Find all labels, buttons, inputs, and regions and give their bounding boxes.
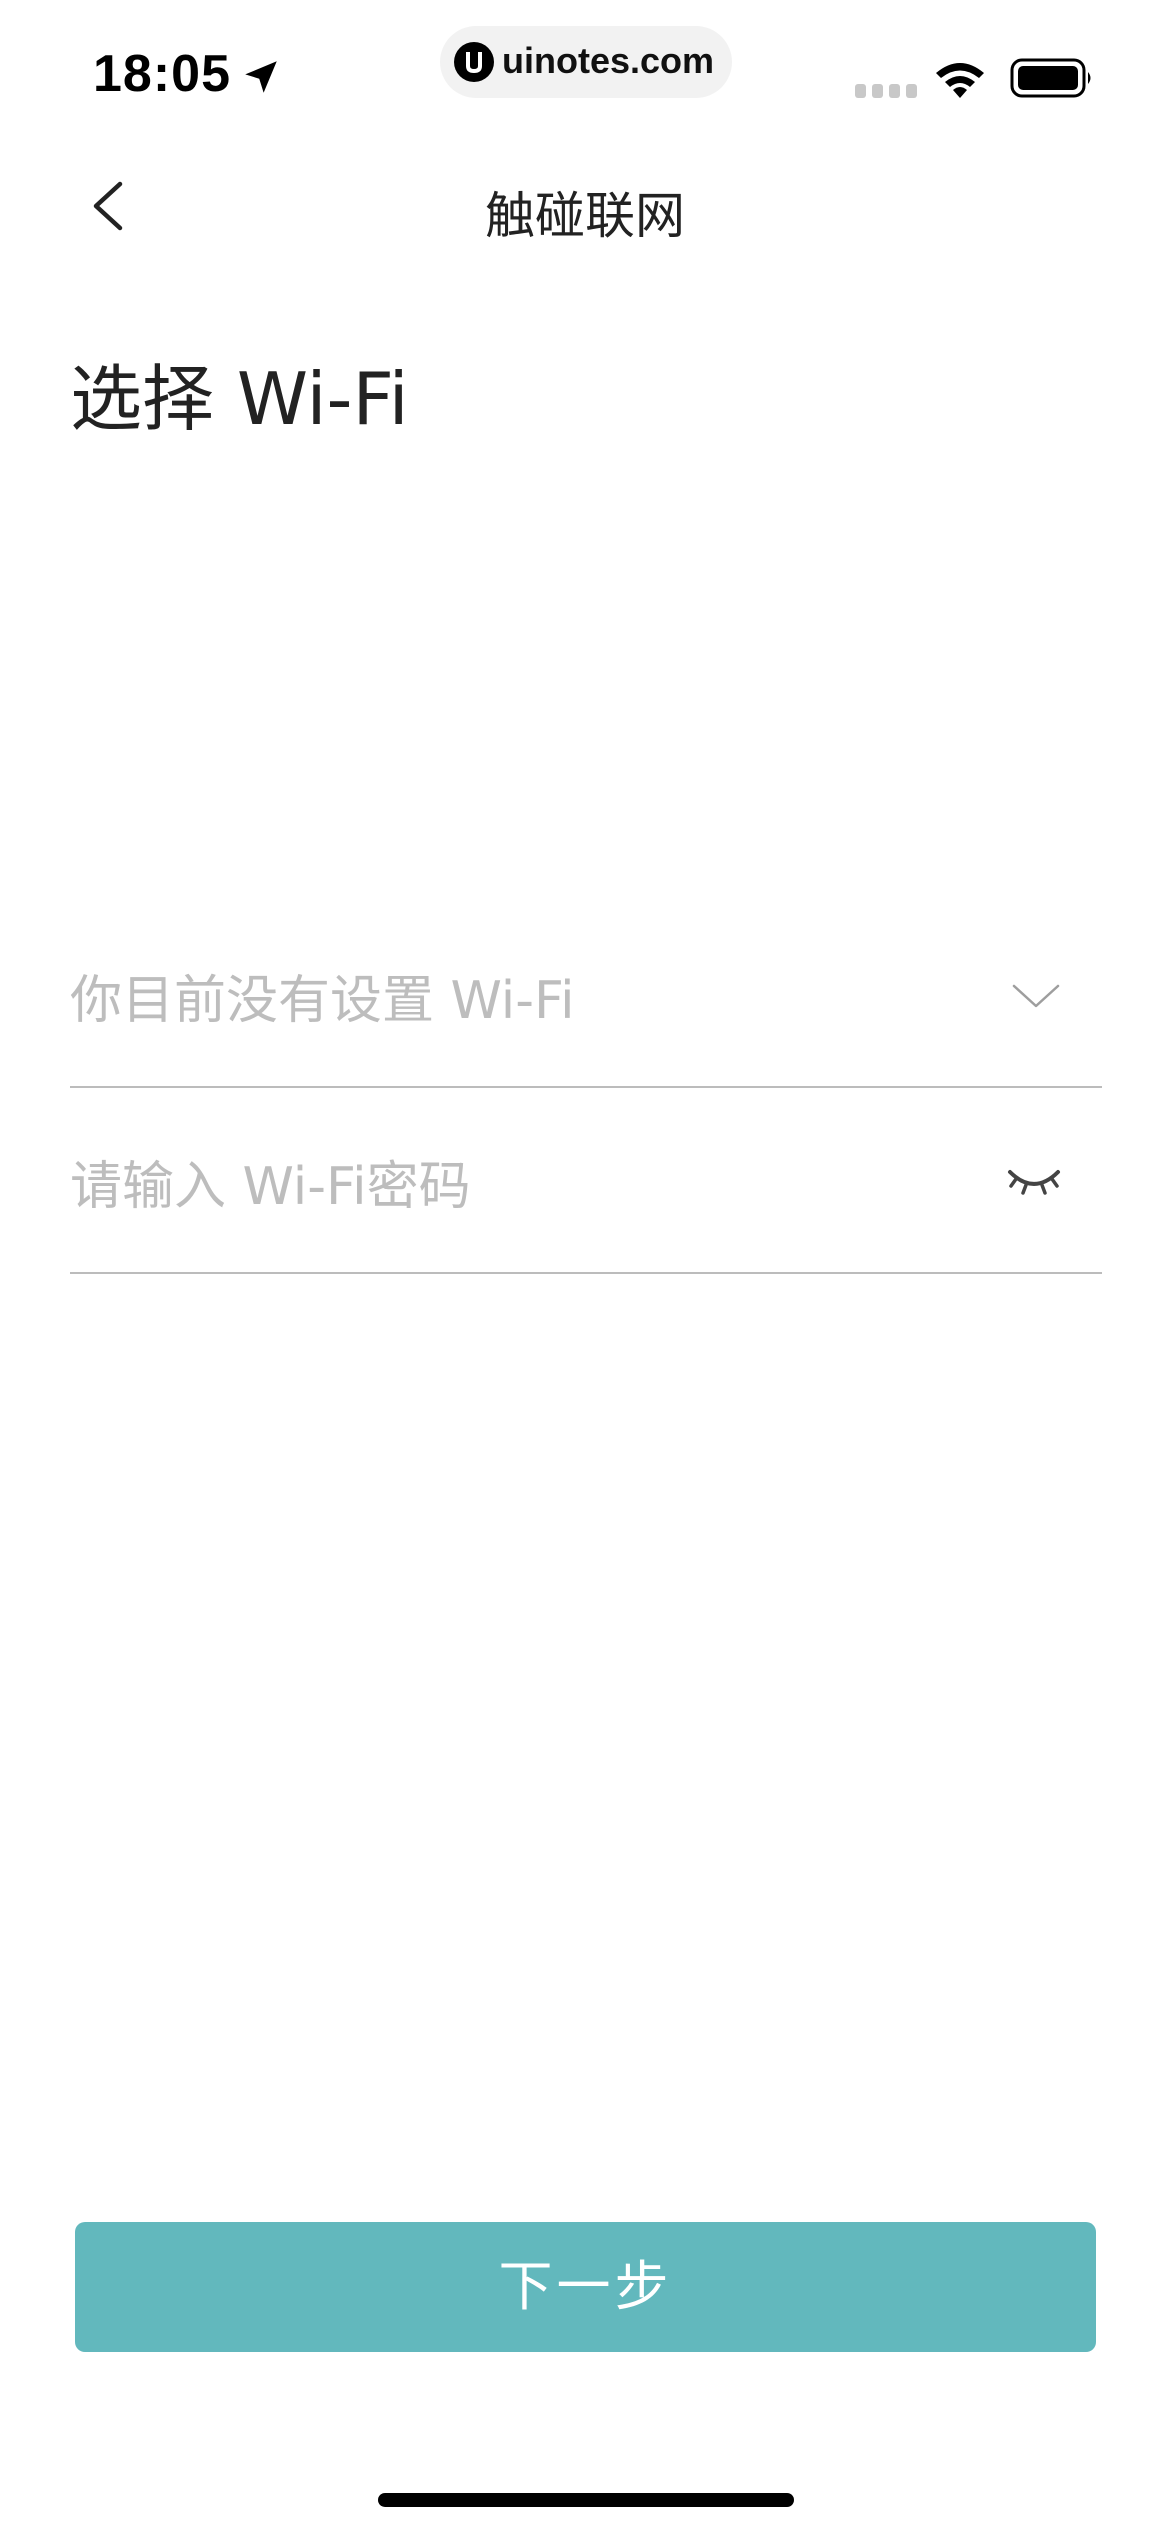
home-indicator[interactable]: [378, 2493, 794, 2507]
page-heading: 选择 Wi-Fi: [70, 357, 409, 441]
url-text: uinotes.com: [502, 40, 715, 81]
wifi-password-field[interactable]: 请输入 Wi-Fi密码: [70, 1086, 1102, 1274]
nav-title: 触碰联网: [485, 187, 685, 245]
url-pill[interactable]: uinotes.com: [440, 26, 732, 98]
wifi-select-field[interactable]: 你目前没有设置 Wi-Fi: [70, 900, 1102, 1088]
next-button[interactable]: 下一步: [75, 2222, 1096, 2352]
location-arrow-icon: [245, 61, 277, 93]
wifi-select-placeholder: 你目前没有设置 Wi-Fi: [70, 971, 575, 1031]
status-time: 18:05: [93, 45, 231, 103]
wifi-icon: [936, 63, 984, 98]
eye-closed-icon[interactable]: [1006, 1152, 1062, 1208]
chevron-down-icon[interactable]: [1010, 970, 1062, 1022]
battery-icon: [1010, 58, 1091, 98]
status-bar: 18:05 uinotes.com: [0, 0, 1170, 150]
uinotes-logo-icon: [454, 42, 494, 82]
cellular-signal-icon: [855, 84, 917, 98]
wifi-password-placeholder: 请输入 Wi-Fi密码: [70, 1157, 471, 1217]
